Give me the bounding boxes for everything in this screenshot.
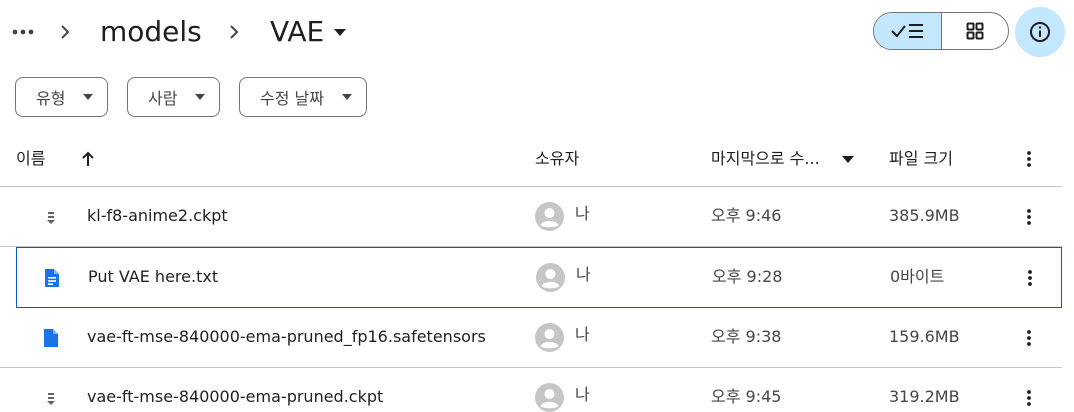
- info-button[interactable]: [1015, 7, 1065, 57]
- file-modified: 오후 9:38: [711, 327, 782, 346]
- filter-type-label: 유형: [36, 89, 66, 108]
- file-name: Put VAE here.txt: [88, 267, 219, 286]
- file-size: 385.9MB: [889, 206, 960, 225]
- binary-file-icon: [47, 212, 55, 224]
- binary-file-icon: [47, 393, 55, 405]
- file-modified: 오후 9:45: [711, 387, 782, 406]
- arrow-up-icon[interactable]: [80, 151, 96, 167]
- column-header-owner[interactable]: 소유자: [535, 148, 579, 170]
- document-icon: [44, 329, 58, 347]
- document-icon: [45, 269, 59, 287]
- file-row[interactable]: kl-f8-anime2.ckpt 나 오후 9:46 385.9MB: [0, 187, 1062, 247]
- file-size: 159.6MB: [889, 327, 960, 346]
- file-owner: 나: [575, 204, 590, 223]
- file-name: vae-ft-mse-840000-ema-pruned.ckpt: [87, 387, 384, 406]
- more-horiz-icon[interactable]: [10, 22, 36, 42]
- file-name: vae-ft-mse-840000-ema-pruned_fp16.safete…: [87, 327, 486, 346]
- chevron-right-icon: [230, 25, 239, 39]
- column-header-size[interactable]: 파일 크기: [889, 148, 953, 170]
- caret-down-icon: [341, 94, 352, 100]
- filter-modified-label: 수정 날짜: [260, 89, 324, 108]
- caret-down-icon[interactable]: [842, 156, 854, 164]
- caret-down-icon: [334, 29, 347, 36]
- filter-type-chip[interactable]: 유형: [15, 77, 109, 117]
- more-vert-icon[interactable]: [1022, 149, 1036, 169]
- info-icon: [1030, 22, 1050, 42]
- file-name: kl-f8-anime2.ckpt: [87, 206, 228, 225]
- filter-people-chip[interactable]: 사람: [127, 77, 221, 117]
- more-vert-icon[interactable]: [1022, 207, 1036, 227]
- breadcrumb-current-label: VAE: [270, 15, 325, 48]
- filter-modified-chip[interactable]: 수정 날짜: [239, 77, 367, 117]
- avatar: [535, 383, 564, 412]
- file-owner: 나: [576, 265, 591, 284]
- column-header-modified[interactable]: 마지막으로 수...: [711, 148, 820, 170]
- list-view-button[interactable]: [874, 13, 942, 49]
- breadcrumb-parent[interactable]: models: [100, 12, 202, 52]
- file-row[interactable]: vae-ft-mse-840000-ema-pruned.ckpt 나 오후 9…: [0, 368, 1062, 412]
- file-row[interactable]: Put VAE here.txt 나 오후 9:28 0바이트: [16, 247, 1062, 308]
- avatar: [536, 263, 565, 292]
- file-owner: 나: [575, 385, 590, 404]
- more-vert-icon[interactable]: [1022, 328, 1036, 348]
- more-vert-icon[interactable]: [1022, 388, 1036, 408]
- breadcrumb-current-folder[interactable]: VAE: [262, 12, 354, 52]
- file-modified: 오후 9:28: [712, 267, 783, 286]
- file-size: 0바이트: [890, 267, 945, 286]
- file-modified: 오후 9:46: [711, 206, 782, 225]
- avatar: [535, 202, 564, 231]
- file-size: 319.2MB: [889, 387, 960, 406]
- grid-icon: [966, 22, 984, 40]
- drive-folder-view: models VAE 유형 사람 수정 날짜 이름 소유자 마지막으로 수...…: [0, 0, 1074, 412]
- filter-people-label: 사람: [148, 89, 178, 108]
- table-header: 이름 소유자 마지막으로 수... 파일 크기: [0, 134, 1062, 187]
- view-toggle: [873, 12, 1009, 50]
- caret-down-icon: [83, 94, 94, 100]
- chevron-right-icon: [61, 25, 70, 39]
- column-header-name[interactable]: 이름: [16, 148, 45, 170]
- caret-down-icon: [195, 94, 206, 100]
- more-vert-icon[interactable]: [1023, 268, 1037, 288]
- check-list-icon: [891, 24, 924, 38]
- file-row[interactable]: vae-ft-mse-840000-ema-pruned_fp16.safete…: [0, 308, 1062, 368]
- header-bar: models VAE: [0, 0, 1074, 66]
- avatar: [535, 323, 564, 352]
- file-owner: 나: [575, 325, 590, 344]
- grid-view-button[interactable]: [942, 13, 1009, 49]
